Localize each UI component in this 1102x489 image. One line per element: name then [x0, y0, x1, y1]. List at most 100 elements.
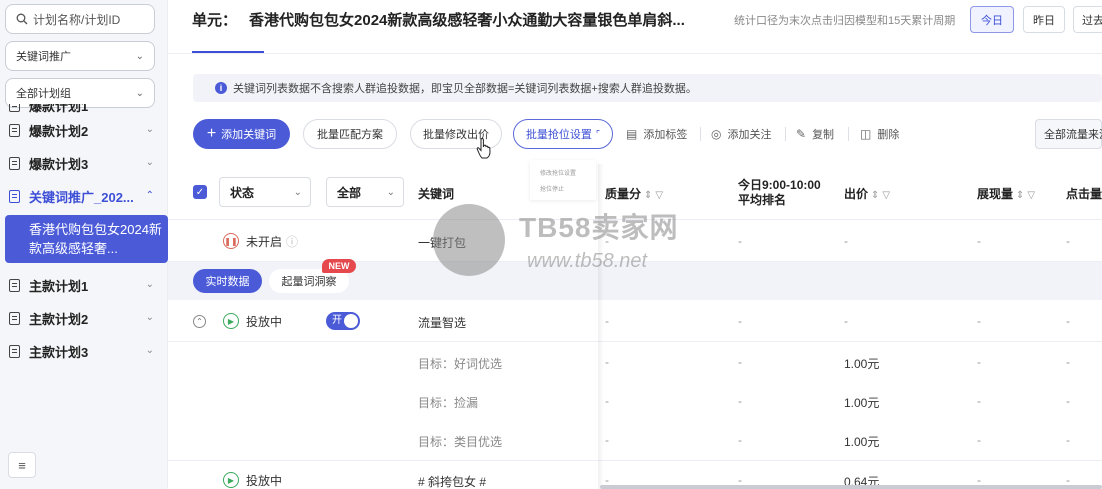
batch-grab-button[interactable]: 批量抢位设置 ⌜	[513, 119, 613, 149]
quality-cell: -	[605, 355, 609, 369]
rank-cell: -	[738, 234, 742, 248]
add-tag-button[interactable]: ▤ 添加标签	[626, 126, 687, 142]
status-filter-select[interactable]: 状态 ⌄	[219, 177, 311, 207]
enable-toggle[interactable]: 开	[326, 312, 360, 330]
plan-item[interactable]: 爆款计划2 ⌄	[0, 114, 168, 147]
plan-item[interactable]: 主款计划1 ⌄	[0, 269, 168, 302]
horizontal-scrollbar[interactable]	[600, 485, 1102, 489]
chevron-down-icon[interactable]: ⌄	[146, 345, 154, 356]
tag-icon: ▤	[626, 127, 638, 141]
plan-group-value: 全部计划组	[16, 88, 71, 100]
trash-icon: ◫	[860, 127, 872, 141]
document-icon	[9, 345, 20, 358]
col-keyword: 关键词	[418, 187, 455, 201]
plan-item-active[interactable]: 关键词推广_202... ⌃	[0, 180, 168, 213]
col-rank: 今日9:00-10:00 平均排名	[738, 178, 821, 208]
chevron-down-icon[interactable]: ⌄	[146, 157, 154, 168]
sort-icon[interactable]: ⇕	[1016, 190, 1024, 201]
status-text: 投放中	[246, 315, 283, 329]
bid-cell[interactable]: 1.00元	[844, 394, 879, 411]
col-bid-label: 出价	[844, 187, 869, 201]
keyword-text: 流量智选	[418, 316, 467, 330]
col-rank-line1: 今日9:00-10:00	[738, 178, 821, 192]
document-icon	[9, 157, 20, 170]
sort-icon[interactable]: ⇕	[644, 190, 652, 201]
delete-button[interactable]: ◫ 删除	[860, 126, 899, 142]
col-impressions[interactable]: 展现量 ⇕ ▽	[977, 185, 1035, 202]
status-text: 投放中	[246, 474, 283, 488]
bid-cell[interactable]: 1.00元	[844, 355, 879, 372]
col-clicks: 点击量	[1066, 187, 1102, 201]
add-keyword-button[interactable]: + 添加关键词	[193, 119, 290, 149]
all-flow-source-select[interactable]: 全部流量来源	[1035, 119, 1102, 149]
add-follow-button[interactable]: ◎ 添加关注	[711, 126, 771, 142]
chevron-down-icon: ⌄	[293, 186, 302, 198]
quality-cell: -	[605, 433, 609, 447]
rank-cell: -	[738, 394, 742, 408]
collapse-sidebar-icon[interactable]: ≡	[8, 452, 36, 478]
sort-icon[interactable]: ⇕	[871, 190, 879, 201]
search-placeholder: 计划名称/计划ID	[33, 12, 121, 27]
promotion-type-value: 关键词推广	[16, 51, 71, 63]
yesterday-button[interactable]: 昨日	[1023, 6, 1065, 33]
bid-cell[interactable]: 1.00元	[844, 433, 879, 450]
copy-button[interactable]: ✎ 复制	[796, 126, 834, 142]
keyword-text[interactable]: # 斜挎包女 #	[418, 473, 486, 489]
chevron-down-icon[interactable]: ⌄	[146, 124, 154, 135]
pause-icon: ❚❚	[223, 233, 239, 249]
plan-item-label: 爆款计划2	[29, 124, 89, 139]
plan-item-partial[interactable]: 爆款计划1	[0, 104, 168, 114]
quality-cell: -	[605, 314, 609, 328]
bid-cell: -	[844, 314, 848, 328]
copy-label: 复制	[812, 129, 835, 141]
play-icon: ▶	[223, 472, 239, 488]
plan-item[interactable]: 爆款计划3 ⌄	[0, 147, 168, 180]
status-filter-label: 状态	[230, 185, 255, 200]
collapse-row-icon[interactable]: ⌃	[193, 315, 206, 328]
plan-item-label: 关键词推广_202...	[29, 190, 134, 205]
play-icon: ▶	[223, 313, 239, 329]
promotion-type-select[interactable]: 关键词推广 ⌄	[5, 41, 155, 71]
search-icon	[16, 13, 28, 25]
plan-item-label: 主款计划1	[29, 279, 89, 294]
filter-icon[interactable]: ▽	[1027, 190, 1035, 201]
tab-realtime-data[interactable]: 实时数据	[193, 269, 262, 293]
info-banner: i 关键词列表数据不含搜索人群追投数据，即宝贝全部数据=关键词列表数据+搜索人群…	[193, 74, 1102, 102]
chevron-down-icon[interactable]: ⌄	[146, 312, 154, 323]
today-button[interactable]: 今日	[970, 6, 1014, 33]
help-icon[interactable]: ⓘ	[286, 233, 298, 250]
add-follow-label: 添加关注	[727, 129, 772, 141]
clicks-cell: -	[1066, 314, 1070, 328]
filter-icon[interactable]: ▽	[655, 190, 663, 201]
plan-item[interactable]: 主款计划2 ⌄	[0, 302, 168, 335]
document-icon	[9, 190, 20, 203]
rank-cell: -	[738, 355, 742, 369]
chevron-down-icon[interactable]: ⌄	[146, 279, 154, 290]
impressions-cell: -	[977, 394, 981, 408]
select-all-checkbox[interactable]: ✓	[193, 185, 207, 199]
plan-search-input[interactable]: 计划名称/计划ID	[5, 4, 155, 34]
batch-match-button[interactable]: 批量匹配方案	[303, 119, 397, 149]
page: 计划名称/计划ID 关键词推广 ⌄ 全部计划组 ⌄ 爆款计划1 爆款计划2 ⌄ …	[0, 0, 1102, 489]
keyword-text: 一键打包	[418, 236, 467, 250]
impressions-cell: -	[977, 433, 981, 447]
unit-title: 单元： 香港代购包包女2024新款高级感轻奢小众通勤大容量银色单肩斜...	[192, 9, 685, 30]
unit-item-selected[interactable]: 香港代购包包女2024新款高级感轻奢...	[5, 215, 168, 263]
document-icon	[9, 279, 20, 292]
keyword-text: 目标：捡漏	[418, 396, 479, 410]
table-row: ❚❚ 未开启 ⓘ 一键打包 - - - - -	[168, 220, 1102, 262]
scope-filter-select[interactable]: 全部 ⌄	[326, 177, 404, 207]
plan-item[interactable]: 主款计划3 ⌄	[0, 335, 168, 368]
col-bid[interactable]: 出价 ⇕ ▽	[844, 185, 890, 202]
quality-cell: -	[605, 394, 609, 408]
keyword-text: 目标：类目优选	[418, 435, 503, 449]
table-header: ✓ 状态 ⌄ 全部 ⌄ 关键词 质量分 ⇕ ▽ 今日9:00-10:00 平均排名 …	[168, 164, 1102, 220]
new-badge: NEW	[322, 259, 356, 273]
chevron-up-icon[interactable]: ⌃	[146, 190, 154, 201]
document-icon	[9, 104, 20, 112]
past-button[interactable]: 过去	[1073, 6, 1102, 33]
toolbar-divider	[785, 127, 786, 141]
col-quality[interactable]: 质量分 ⇕ ▽	[605, 185, 663, 202]
info-icon: i	[215, 82, 227, 94]
filter-icon[interactable]: ▽	[882, 190, 890, 201]
